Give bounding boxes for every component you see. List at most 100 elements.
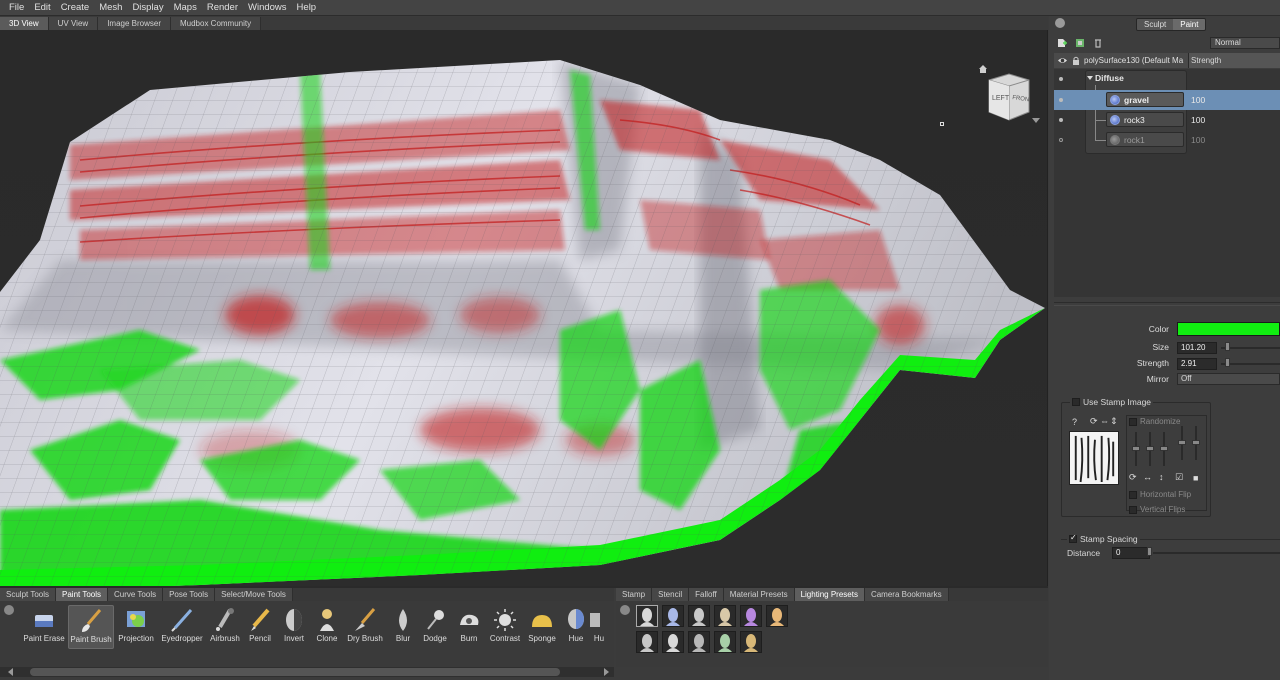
slider-knob[interactable]	[1160, 446, 1168, 451]
size-field[interactable]: 101.20	[1177, 342, 1217, 354]
visibility-bullet-icon[interactable]	[1059, 77, 1063, 81]
lighting-preset-thumbnail[interactable]	[688, 605, 710, 627]
tab-image-browser[interactable]: Image Browser	[98, 17, 171, 30]
delete-layer-icon[interactable]	[1093, 38, 1103, 48]
tab-lighting-presets[interactable]: Lighting Presets	[794, 588, 865, 601]
shelf-scrollbar-thumb[interactable]	[30, 668, 560, 676]
tab-3d-view[interactable]: 3D View	[0, 17, 49, 30]
tab-mudbox-community[interactable]: Mudbox Community	[170, 17, 262, 30]
random-slider-3[interactable]	[1160, 432, 1168, 466]
slider-knob[interactable]	[1178, 440, 1186, 445]
tab-material-presets[interactable]: Material Presets	[723, 588, 795, 601]
tab-falloff[interactable]: Falloff	[689, 588, 724, 601]
blend-mode-select[interactable]: Normal	[1210, 37, 1280, 49]
layer-strength[interactable]: 100	[1191, 115, 1205, 125]
rotate-stamp-icon[interactable]: ⟳	[1090, 416, 1098, 427]
layer-row-gravel[interactable]: gravel 100	[1054, 90, 1280, 110]
menu-render[interactable]: Render	[202, 2, 243, 13]
menu-mesh[interactable]: Mesh	[94, 2, 127, 13]
layer-chip[interactable]: rock3	[1106, 112, 1184, 127]
tab-paint-tools[interactable]: Paint Tools	[56, 588, 108, 601]
viewcube-menu-icon[interactable]	[1032, 118, 1040, 124]
lighting-preset-thumbnail[interactable]	[636, 605, 658, 627]
strength-field[interactable]: 2.91	[1177, 358, 1217, 370]
lighting-preset-thumbnail[interactable]	[714, 605, 736, 627]
lighting-preset-thumbnail[interactable]	[740, 631, 762, 653]
stamp-preview[interactable]	[1069, 431, 1119, 485]
slider-knob[interactable]	[1146, 446, 1154, 451]
menu-windows[interactable]: Windows	[243, 2, 292, 13]
layer-options-icon[interactable]	[1075, 38, 1085, 48]
paint-mode-button[interactable]: Paint	[1173, 19, 1206, 30]
tool-hue-shift[interactable]: Hu	[586, 605, 612, 649]
tool-paint-brush[interactable]: Paint Brush	[68, 605, 114, 649]
lighting-preset-thumbnail[interactable]	[662, 631, 684, 653]
lighting-preset-thumbnail[interactable]	[766, 605, 788, 627]
lighting-preset-thumbnail[interactable]	[636, 631, 658, 653]
random-horizontal-icon[interactable]: ↔	[1143, 472, 1152, 482]
menu-file[interactable]: File	[4, 2, 29, 13]
distance-slider[interactable]	[1153, 552, 1280, 554]
flip-horizontal-icon[interactable]: ⇔	[1100, 416, 1109, 426]
lighting-preset-thumbnail[interactable]	[740, 605, 762, 627]
random-checked-icon[interactable]: ☑	[1175, 472, 1183, 483]
visibility-bullet-icon[interactable]	[1059, 98, 1063, 102]
stamp-spacing-checkbox[interactable]	[1069, 533, 1077, 543]
randomize-checkbox[interactable]	[1129, 417, 1137, 426]
slider-knob[interactable]	[1132, 446, 1140, 451]
new-layer-icon[interactable]	[1057, 38, 1067, 48]
tray-options-icon[interactable]	[620, 605, 630, 615]
layer-strength[interactable]: 100	[1191, 135, 1205, 145]
strength-column-header[interactable]: Strength	[1188, 53, 1280, 68]
size-slider-handle[interactable]	[1225, 342, 1230, 351]
menu-edit[interactable]: Edit	[29, 2, 55, 13]
use-stamp-checkbox[interactable]	[1072, 398, 1080, 406]
terrain-mesh[interactable]	[0, 30, 1048, 586]
lighting-preset-thumbnail[interactable]	[688, 631, 710, 653]
tab-select-move-tools[interactable]: Select/Move Tools	[215, 588, 293, 601]
layer-chip[interactable]: gravel	[1106, 92, 1184, 107]
random-square-icon[interactable]: ■	[1193, 473, 1198, 483]
eye-icon[interactable]	[1057, 55, 1068, 66]
scroll-right-icon[interactable]	[604, 668, 609, 676]
layer-row-rock1[interactable]: rock1 100	[1054, 130, 1280, 150]
flip-vertical-icon[interactable]: ⇕	[1110, 416, 1118, 427]
tab-uv-view[interactable]: UV View	[48, 17, 99, 30]
tab-camera-bookmarks[interactable]: Camera Bookmarks	[864, 588, 949, 601]
mirror-select[interactable]: Off	[1177, 373, 1280, 385]
distance-field[interactable]: 0	[1112, 547, 1150, 559]
object-name[interactable]: polySurface130 (Default Ma	[1084, 56, 1184, 65]
tool-eyedropper[interactable]: Eyedropper	[159, 605, 205, 649]
tab-pose-tools[interactable]: Pose Tools	[163, 588, 216, 601]
layer-strength[interactable]: 100	[1191, 95, 1205, 105]
scroll-left-icon[interactable]	[8, 668, 13, 676]
collapse-panel-button[interactable]	[1055, 18, 1065, 28]
layer-chip[interactable]: rock1	[1106, 132, 1184, 147]
strength-slider-handle[interactable]	[1225, 358, 1230, 367]
shelf-options-icon[interactable]	[4, 605, 14, 615]
tab-curve-tools[interactable]: Curve Tools	[108, 588, 164, 601]
random-slider-2[interactable]	[1146, 432, 1154, 466]
3d-viewport[interactable]: LEFT FRON	[0, 30, 1048, 586]
viewcube-icon[interactable]: LEFT FRON	[986, 72, 1032, 122]
random-slider-5[interactable]	[1192, 426, 1200, 460]
random-rotate-icon[interactable]: ⟳	[1129, 472, 1137, 483]
menu-help[interactable]: Help	[292, 2, 322, 13]
distance-slider-handle[interactable]	[1147, 547, 1152, 556]
sculpt-mode-button[interactable]: Sculpt	[1137, 19, 1174, 30]
random-vertical-icon[interactable]: ↕	[1159, 472, 1164, 482]
tool-paint-erase[interactable]: Paint Erase	[21, 605, 67, 649]
lighting-preset-thumbnail[interactable]	[714, 631, 736, 653]
menu-display[interactable]: Display	[127, 2, 168, 13]
lock-icon[interactable]	[1072, 56, 1080, 65]
random-slider-4[interactable]	[1178, 426, 1186, 460]
visibility-bullet-icon[interactable]	[1059, 138, 1063, 142]
color-swatch[interactable]	[1177, 322, 1280, 336]
lighting-preset-thumbnail[interactable]	[662, 605, 684, 627]
visibility-bullet-icon[interactable]	[1059, 118, 1063, 122]
tool-projection[interactable]: Projection	[113, 605, 159, 649]
tab-sculpt-tools[interactable]: Sculpt Tools	[0, 588, 56, 601]
vertical-flip-checkbox[interactable]	[1129, 505, 1137, 514]
tab-stamp[interactable]: Stamp	[616, 588, 653, 601]
panel-splitter[interactable]	[1054, 302, 1280, 306]
